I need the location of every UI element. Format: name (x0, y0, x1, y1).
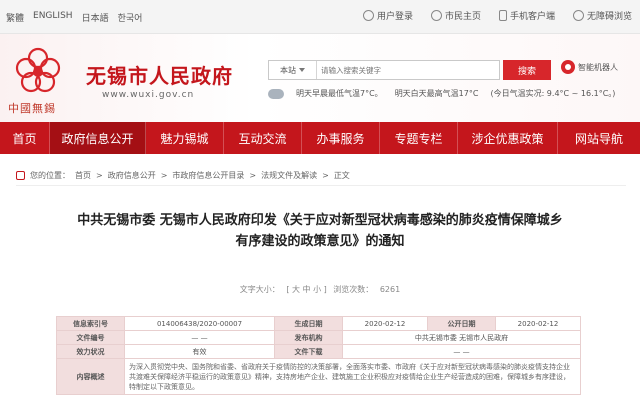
font-size-label: 文字大小： (239, 285, 280, 294)
search-button[interactable]: 搜索 (503, 60, 551, 80)
home-icon (430, 10, 442, 21)
article-title-line1: 中共无锡市委 无锡市人民政府印发《关于应对新型冠状病毒感染的肺炎疫情保障城乡 (77, 213, 563, 228)
breadcrumb-separator: > (322, 171, 329, 180)
table-row: 文件编号 — — 发布机构 中共无锡市委 无锡市人民政府 (56, 330, 581, 345)
index-value: 014006438/2020-00007 (124, 316, 275, 331)
nav-item-home[interactable]: 首页 (0, 122, 50, 154)
nav-item-interaction[interactable]: 互动交流 (224, 122, 302, 154)
views-count: 6261 (379, 285, 401, 294)
breadcrumb-item-home[interactable]: 首页 (75, 170, 91, 181)
site-url: www.wuxi.gov.cn (102, 90, 195, 100)
publish-value: 2020-02-12 (495, 316, 581, 331)
docno-label: 文件编号 (56, 330, 125, 345)
user-icon (362, 10, 374, 21)
citizen-home-label: 市民主页 (444, 12, 481, 22)
breadcrumb-separator: > (249, 171, 257, 180)
main-nav: 首页 政府信息公开 魅力锡城 互动交流 办事服务 专题专栏 涉企优惠政策 网站导… (0, 122, 640, 154)
lang-english[interactable]: ENGLISH (33, 11, 73, 24)
search-input[interactable] (317, 61, 499, 79)
weather-min: 明天早晨最低气温7°C。 (296, 89, 383, 98)
logo-script-text: 中國無錫 (8, 102, 56, 115)
breadcrumb-item-catalog[interactable]: 市政府信息公开目录 (172, 170, 244, 181)
accessibility-label: 无障碍浏览 (586, 12, 632, 22)
top-utility-bar: 繁體 ENGLISH 日本語 한국어 用户登录 市民主页 手机客户端 无障碍浏览 (0, 0, 640, 34)
chevron-down-icon (299, 68, 305, 72)
org-value: 中共无锡市委 无锡市人民政府 (342, 330, 581, 345)
search-box: 本站 (268, 60, 500, 80)
index-label: 信息索引号 (56, 316, 125, 331)
site-name[interactable]: 无锡市人民政府 (86, 60, 233, 89)
download-label: 文件下载 (274, 344, 343, 359)
nav-item-topics[interactable]: 专题专栏 (380, 122, 458, 154)
user-login-label: 用户登录 (376, 12, 413, 22)
lang-japanese[interactable]: 日本語 (82, 11, 109, 24)
accessibility-icon (572, 10, 584, 21)
language-switcher: 繁體 ENGLISH 日本語 한국어 (6, 11, 142, 24)
document-info-table: 信息索引号 014006438/2020-00007 生成日期 2020-02-… (56, 316, 581, 395)
download-value[interactable]: — — (342, 344, 581, 359)
org-label: 发布机构 (274, 330, 343, 345)
weather-today: (今日气温实况: 9.4°C ~ 16.1°C。) (490, 89, 616, 98)
cloud-icon (268, 88, 284, 99)
location-icon (16, 171, 25, 180)
smart-robot-label: 智能机器人 (578, 62, 618, 72)
status-value: 有效 (124, 344, 275, 359)
weather-max: 明天白天最高气温17°C (394, 89, 479, 98)
breadcrumb-item-gov-info[interactable]: 政府信息公开 (108, 170, 156, 181)
summary-label: 内容概述 (56, 358, 125, 395)
accessibility-link[interactable]: 无障碍浏览 (572, 9, 632, 22)
citizen-home-link[interactable]: 市民主页 (430, 9, 481, 22)
article-title: 中共无锡市委 无锡市人民政府印发《关于应对新型冠状病毒感染的肺炎疫情保障城乡 有… (44, 210, 596, 252)
breadcrumb-separator: > (160, 171, 168, 180)
article-title-line2: 有序建设的政策意见》的通知 (235, 234, 405, 249)
smart-robot-link[interactable]: 智能机器人 (561, 60, 618, 74)
publish-label: 公开日期 (427, 316, 496, 331)
breadcrumb-prefix: 您的位置： (30, 171, 70, 180)
table-row: 效力状况 有效 文件下载 — — (56, 344, 581, 359)
nav-item-enterprise-policy[interactable]: 涉企优惠政策 (458, 122, 558, 154)
breadcrumb-item-regulations[interactable]: 法规文件及解读 (261, 170, 317, 181)
docno-value: — — (124, 330, 275, 345)
nav-item-services[interactable]: 办事服务 (302, 122, 380, 154)
status-label: 效力状况 (56, 344, 125, 359)
nav-item-site-map[interactable]: 网站导航 (558, 122, 640, 154)
nav-item-charm[interactable]: 魅力锡城 (146, 122, 224, 154)
font-size-switch[interactable]: [ 大 中 小 ] (286, 285, 326, 294)
search-scope-select[interactable]: 本站 (269, 61, 317, 79)
search-scope-value: 本站 (280, 65, 296, 75)
nav-item-gov-info[interactable]: 政府信息公开 (50, 122, 146, 154)
user-login-link[interactable]: 用户登录 (362, 9, 413, 22)
mobile-client-link[interactable]: 手机客户端 (498, 9, 555, 22)
site-header: 中國無錫 无锡市人民政府 www.wuxi.gov.cn 本站 搜索 智能机器人… (0, 34, 640, 122)
wuxi-logo-icon[interactable] (12, 44, 64, 96)
lang-traditional-chinese[interactable]: 繁體 (6, 11, 24, 24)
views-label: 浏览次数： (333, 285, 374, 294)
mobile-client-label: 手机客户端 (509, 12, 555, 22)
weather-bar: 明天早晨最低气温7°C。 明天白天最高气温17°C (今日气温实况: 9.4°C… (268, 88, 615, 99)
breadcrumb-separator: > (96, 171, 103, 180)
table-row: 内容概述 为深入贯彻党中央、国务院和省委、省政府关于疫情防控的决策部署，全面落实… (56, 358, 581, 395)
lang-korean[interactable]: 한국어 (118, 11, 143, 24)
breadcrumb: 您的位置： 首页 > 政府信息公开 > 市政府信息公开目录 > 法规文件及解读 … (16, 170, 626, 186)
article-meta: 文字大小： [ 大 中 小 ] 浏览次数： 6261 (0, 284, 640, 295)
summary-value: 为深入贯彻党中央、国务院和省委、省政府关于疫情防控的决策部署，全面落实市委、市政… (124, 358, 581, 395)
breadcrumb-item-current: 正文 (333, 171, 350, 180)
table-row: 信息索引号 014006438/2020-00007 生成日期 2020-02-… (56, 316, 581, 331)
date-label: 生成日期 (274, 316, 343, 331)
robot-icon (561, 60, 575, 74)
date-value: 2020-02-12 (342, 316, 428, 331)
phone-icon (498, 10, 507, 21)
top-links: 用户登录 市民主页 手机客户端 无障碍浏览 (362, 9, 632, 22)
